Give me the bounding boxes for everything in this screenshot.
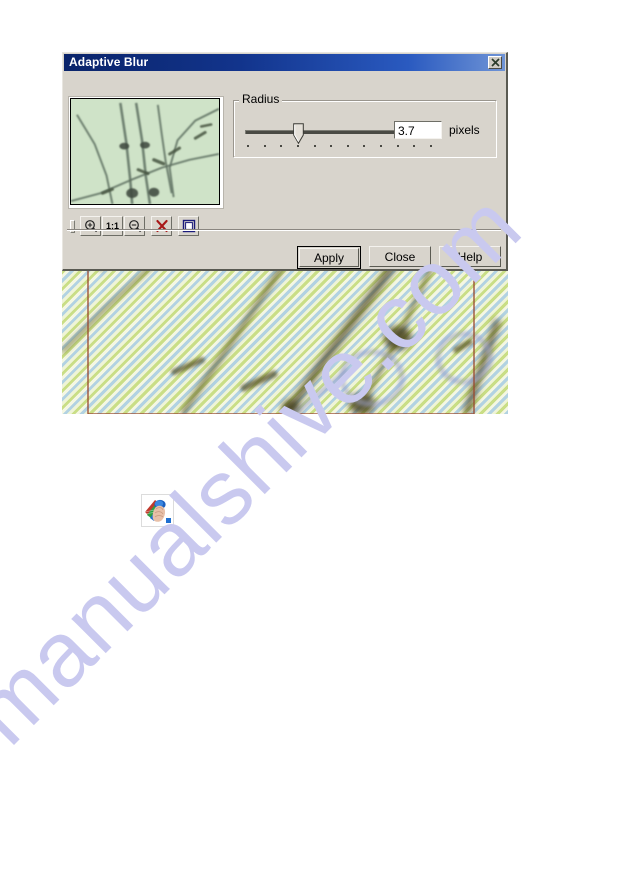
close-icon[interactable]	[488, 56, 502, 69]
slider-tick	[330, 145, 333, 147]
preview-thumbnail[interactable]	[70, 98, 220, 205]
slider-tick	[429, 145, 432, 147]
dialog-title: Adaptive Blur	[69, 55, 149, 69]
slider-tick	[263, 145, 266, 147]
slider-tick	[363, 145, 366, 147]
adaptive-blur-dialog: Adaptive Blur 1:1 Radius 3.7 pixels Appl…	[62, 52, 508, 271]
slider-tick	[280, 145, 283, 147]
slider-tick	[296, 145, 299, 147]
slider-tick	[413, 145, 416, 147]
close-button[interactable]: Close	[369, 246, 431, 267]
slider-tick	[396, 145, 399, 147]
help-button[interactable]: Help	[439, 246, 501, 267]
zoom-in-icon[interactable]	[80, 216, 101, 236]
apply-button-label: Apply	[299, 248, 359, 267]
slider-tick	[313, 145, 316, 147]
slider-tick-marks	[247, 145, 432, 149]
radius-groupbox-label: Radius	[239, 93, 283, 106]
preview-toggle-icon[interactable]	[178, 216, 199, 236]
slider-tick	[247, 145, 249, 147]
dialog-button-row: Apply Close Help	[297, 246, 501, 269]
color-picker-hand-icon	[141, 494, 174, 527]
slider-tick	[346, 145, 349, 147]
button-separator	[67, 229, 501, 231]
radius-value-input[interactable]: 3.7	[394, 121, 442, 139]
zoom-actual-size-button[interactable]: 1:1	[102, 216, 123, 236]
preview-map-graphic	[71, 99, 219, 204]
slider-thumb-glyph	[293, 123, 304, 145]
zoom-out-icon[interactable]	[124, 216, 145, 236]
radius-units-label: pixels	[449, 123, 480, 137]
color-picker-hand-glyph	[142, 495, 173, 526]
dialog-body: 1:1 Radius 3.7 pixels Apply Close Help	[63, 71, 506, 270]
preview-toolbar: 1:1	[68, 214, 224, 238]
reset-icon[interactable]	[151, 216, 172, 236]
apply-button[interactable]: Apply	[297, 246, 361, 269]
slider-tick	[380, 145, 382, 147]
close-x-glyph	[490, 58, 500, 67]
slider-thumb[interactable]	[293, 123, 304, 145]
dialog-titlebar[interactable]: Adaptive Blur	[64, 54, 505, 71]
